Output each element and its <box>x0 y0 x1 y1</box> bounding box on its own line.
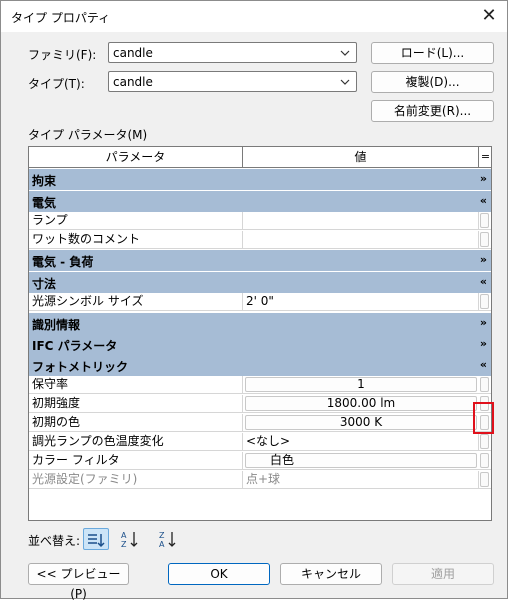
expand-icon[interactable]: » <box>480 253 487 266</box>
group-label: 識別情報 <box>32 318 81 332</box>
param-name: 調光ランプの色温度変化 <box>29 433 243 451</box>
collapse-icon[interactable]: « <box>480 194 487 207</box>
sort-label: 並べ替え: <box>28 534 81 548</box>
initial-intensity-button[interactable]: 1800.00 lm <box>245 396 477 411</box>
parameter-grid: パラメータ 値 = 拘束 » 電気 « ランプ ワット数のコメント 電気 - 負… <box>28 146 492 521</box>
param-name: 保守率 <box>29 376 243 394</box>
edit-formula-button[interactable] <box>480 232 489 247</box>
param-name: ワット数のコメント <box>29 231 243 249</box>
type-value: candle <box>113 75 153 89</box>
svg-text:A: A <box>121 531 127 540</box>
collapse-icon[interactable]: « <box>480 275 487 288</box>
edit-formula-button[interactable] <box>480 377 489 392</box>
edit-formula-button[interactable] <box>480 294 489 309</box>
ok-button[interactable]: OK <box>168 563 270 585</box>
group-label: 電気 <box>32 196 57 210</box>
family-dropdown[interactable]: candle <box>108 42 357 63</box>
param-value[interactable]: 2' 0" <box>243 293 479 311</box>
sort-ascending-icon[interactable]: AZ <box>117 528 143 550</box>
group-photometrics[interactable]: フォトメトリック « <box>29 355 491 376</box>
param-name: 光源シンボル サイズ <box>29 293 243 311</box>
param-row-light-source-definition: 光源設定(ファミリ) 点+球 <box>29 471 491 489</box>
param-name: ランプ <box>29 212 243 230</box>
sort-grouped-icon[interactable] <box>83 528 109 550</box>
param-value[interactable] <box>243 231 479 249</box>
group-dimensions[interactable]: 寸法 « <box>29 272 491 293</box>
edit-formula-button[interactable] <box>480 453 489 468</box>
group-label: IFC パラメータ <box>32 339 118 353</box>
group-ifc[interactable]: IFC パラメータ » <box>29 334 491 355</box>
expand-icon[interactable]: » <box>480 316 487 329</box>
header-value[interactable]: 値 <box>243 147 479 167</box>
group-label: 拘束 <box>32 174 57 188</box>
preview-button[interactable]: << プレビュー(P) <box>28 563 129 601</box>
group-label: 寸法 <box>32 277 57 291</box>
close-icon[interactable]: ✕ <box>477 5 501 27</box>
sort-descending-icon[interactable]: ZA <box>155 528 181 550</box>
group-label: フォトメトリック <box>32 360 129 374</box>
load-button[interactable]: ロード(L)... <box>371 42 494 64</box>
edit-formula-button <box>480 472 489 487</box>
apply-button[interactable]: 適用 <box>392 563 494 585</box>
expand-icon[interactable]: » <box>480 337 487 350</box>
highlight-box <box>473 402 494 434</box>
param-name: 光源設定(ファミリ) <box>29 471 243 489</box>
group-constraints[interactable]: 拘束 » <box>29 169 491 190</box>
chevron-down-icon <box>340 50 350 56</box>
param-row-light-loss-factor[interactable]: 保守率 1 <box>29 376 491 394</box>
group-label: 電気 - 負荷 <box>32 255 94 269</box>
param-row-color-filter[interactable]: カラー フィルタ 白色 <box>29 452 491 470</box>
edit-formula-button[interactable] <box>480 434 489 449</box>
param-value[interactable] <box>243 212 479 230</box>
svg-text:Z: Z <box>159 531 165 540</box>
collapse-icon[interactable]: « <box>480 358 487 371</box>
group-electrical[interactable]: 電気 « <box>29 191 491 212</box>
window-title: タイプ プロパティ <box>11 11 111 25</box>
title-bar: タイプ プロパティ ✕ <box>1 1 507 32</box>
family-label: ファミリ(F): <box>28 48 97 62</box>
param-row-lamp[interactable]: ランプ <box>29 212 491 230</box>
light-loss-factor-button[interactable]: 1 <box>245 377 477 392</box>
param-name: カラー フィルタ <box>29 452 243 470</box>
family-value: candle <box>113 46 153 60</box>
param-name: 初期強度 <box>29 395 243 413</box>
header-edit: = <box>480 150 491 163</box>
initial-color-button[interactable]: 3000 K <box>245 415 477 430</box>
type-parameters-label: タイプ パラメータ(M) <box>28 128 148 142</box>
cancel-button[interactable]: キャンセル <box>280 563 382 585</box>
param-value[interactable]: <なし> <box>243 433 479 451</box>
group-electrical-load[interactable]: 電気 - 負荷 » <box>29 250 491 271</box>
header-parameter[interactable]: パラメータ <box>29 147 243 167</box>
svg-text:A: A <box>159 540 165 548</box>
param-row-initial-intensity[interactable]: 初期強度 1800.00 lm <box>29 395 491 413</box>
chevron-down-icon <box>340 79 350 85</box>
duplicate-button[interactable]: 複製(D)... <box>371 71 494 93</box>
edit-formula-button[interactable] <box>480 213 489 228</box>
param-row-wattage-comment[interactable]: ワット数のコメント <box>29 231 491 249</box>
group-identity[interactable]: 識別情報 » <box>29 313 491 334</box>
param-name: 初期の色 <box>29 414 243 432</box>
type-label: タイプ(T): <box>28 77 85 91</box>
expand-icon[interactable]: » <box>480 172 487 185</box>
param-row-initial-color[interactable]: 初期の色 3000 K <box>29 414 491 432</box>
grid-header: パラメータ 値 = <box>29 147 491 168</box>
param-row-dimming-color-shift[interactable]: 調光ランプの色温度変化 <なし> <box>29 433 491 451</box>
color-filter-button[interactable]: 白色 <box>245 453 477 468</box>
param-row-light-source-symbol-size[interactable]: 光源シンボル サイズ 2' 0" <box>29 293 491 311</box>
param-value: 点+球 <box>243 471 479 489</box>
type-dropdown[interactable]: candle <box>108 71 357 92</box>
svg-text:Z: Z <box>121 540 127 548</box>
type-properties-dialog: タイプ プロパティ ✕ ファミリ(F): candle ロード(L)... タイ… <box>0 0 508 601</box>
rename-button[interactable]: 名前変更(R)... <box>371 100 494 122</box>
